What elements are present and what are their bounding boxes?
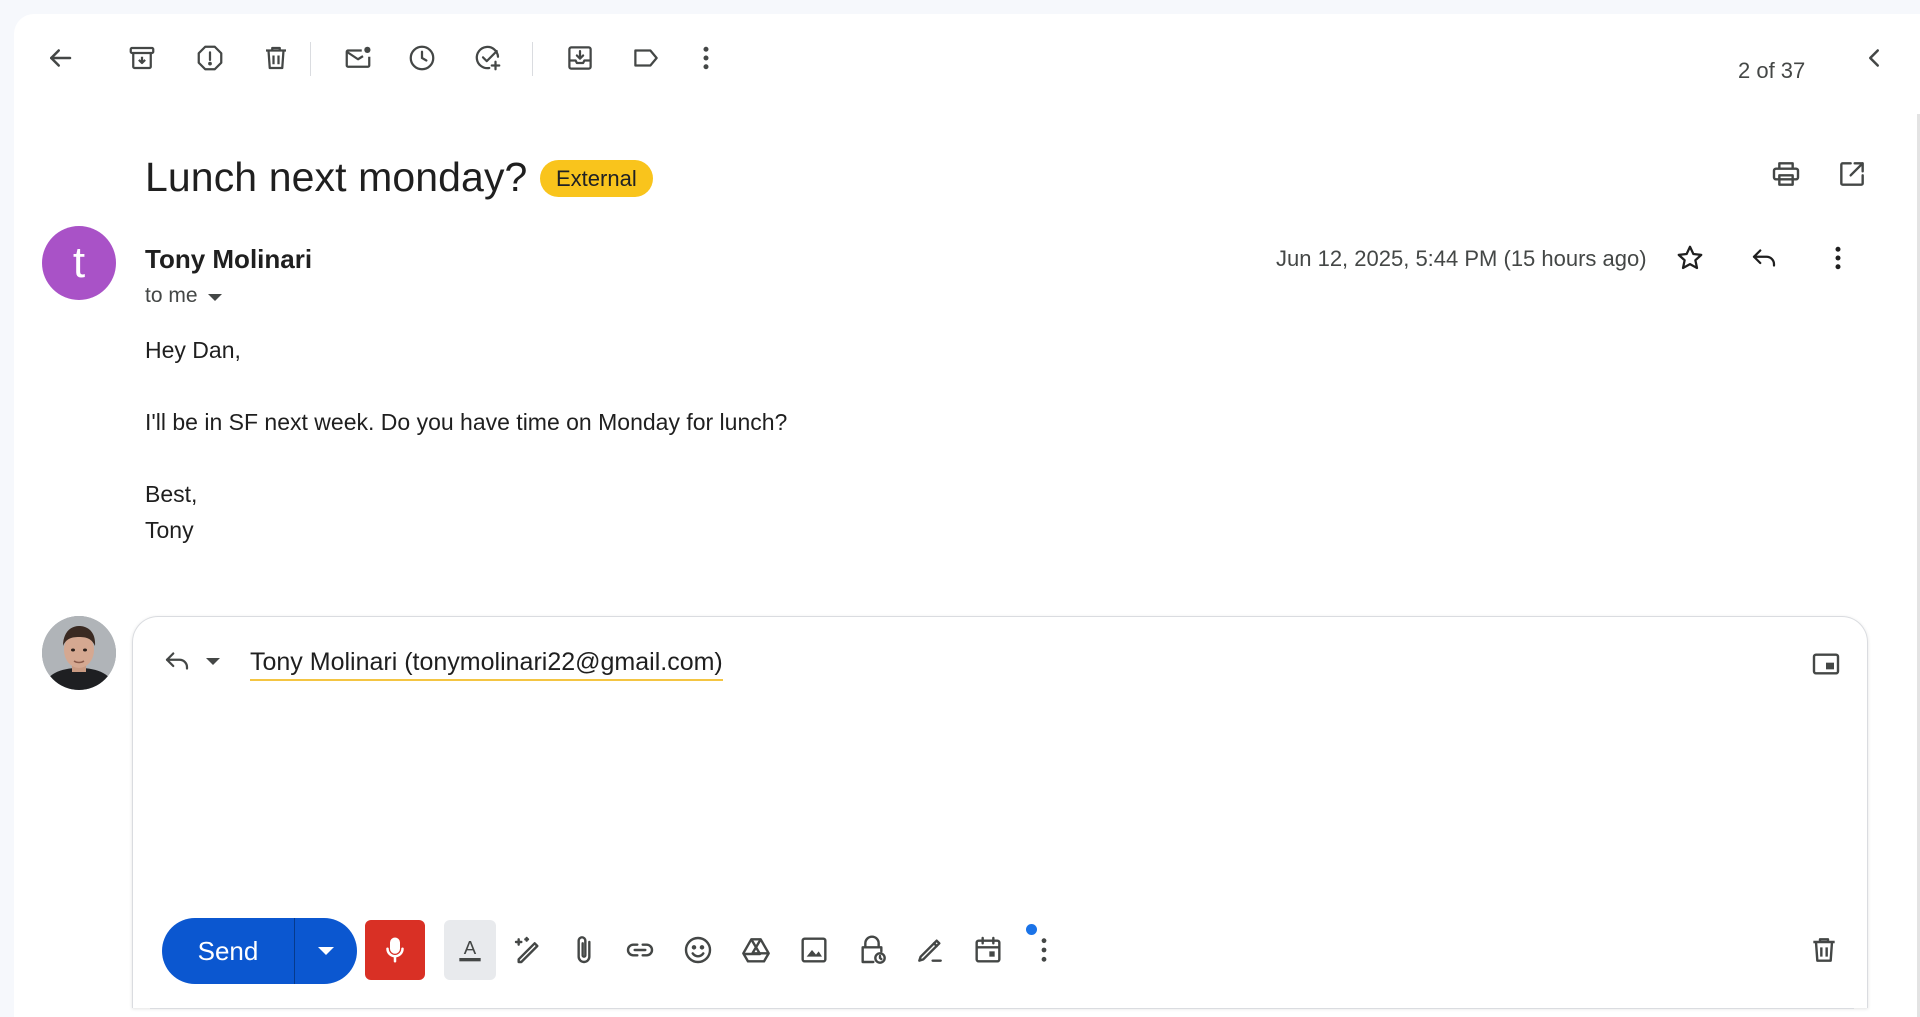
body-signature: Tony bbox=[145, 517, 194, 543]
svg-text:A: A bbox=[464, 937, 477, 958]
delete-button[interactable] bbox=[254, 36, 298, 80]
message-date: Jun 12, 2025, 5:44 PM (15 hours ago) bbox=[1276, 246, 1647, 271]
discard-icon bbox=[1813, 938, 1835, 962]
user-photo bbox=[42, 616, 116, 690]
add-to-tasks-icon bbox=[475, 45, 501, 71]
reply-button[interactable] bbox=[1742, 236, 1786, 280]
print-button[interactable] bbox=[1764, 152, 1808, 196]
signature-icon bbox=[918, 939, 942, 962]
body-greeting: Hey Dan, bbox=[145, 337, 241, 363]
recipients-label: to me bbox=[145, 284, 198, 307]
more-send-options-button[interactable] bbox=[1018, 920, 1070, 980]
mark-unread-icon bbox=[345, 46, 371, 68]
insert-signature-button[interactable] bbox=[904, 920, 956, 980]
star-button[interactable] bbox=[1668, 236, 1712, 280]
more-vert-icon bbox=[1835, 246, 1841, 270]
attach-icon bbox=[577, 936, 591, 964]
set-up-time-button[interactable] bbox=[962, 920, 1014, 980]
move-to-icon bbox=[568, 46, 592, 70]
message-panel: 2 of 37 Lunch next monday? External t To… bbox=[14, 14, 1920, 1017]
email-subject: Lunch next monday? bbox=[145, 154, 528, 200]
more-vert-icon bbox=[1041, 938, 1047, 962]
delete-icon bbox=[266, 46, 286, 70]
archive-button[interactable] bbox=[120, 36, 164, 80]
insert-link-button[interactable] bbox=[614, 920, 666, 980]
report-spam-icon bbox=[197, 45, 223, 71]
insert-photo-button[interactable] bbox=[788, 920, 840, 980]
add-to-tasks-button[interactable] bbox=[466, 36, 510, 80]
formatting-options-button[interactable]: A bbox=[444, 920, 496, 980]
more-options-button[interactable] bbox=[684, 36, 728, 80]
attach-files-button[interactable] bbox=[558, 920, 610, 980]
mic-icon bbox=[386, 937, 404, 963]
message-more-button[interactable] bbox=[1816, 236, 1860, 280]
send-options-button[interactable] bbox=[295, 947, 357, 955]
user-avatar[interactable] bbox=[42, 616, 116, 690]
schedule-event-icon bbox=[975, 936, 1001, 963]
voice-input-button[interactable] bbox=[365, 920, 425, 980]
chevron-down-icon bbox=[318, 947, 334, 955]
snooze-icon bbox=[409, 45, 435, 71]
sender-name[interactable]: Tony Molinari bbox=[145, 244, 312, 275]
discard-draft-button[interactable] bbox=[1798, 920, 1850, 980]
chevron-left-icon bbox=[1869, 49, 1879, 67]
star-icon bbox=[1677, 245, 1703, 270]
chevron-down-icon bbox=[206, 657, 220, 665]
send-button[interactable]: Send bbox=[162, 918, 357, 984]
drive-icon bbox=[742, 938, 770, 963]
insert-emoji-button[interactable] bbox=[672, 920, 724, 980]
confidential-mode-button[interactable] bbox=[846, 920, 898, 980]
newer-button[interactable] bbox=[1852, 36, 1896, 80]
mark-unread-button[interactable] bbox=[336, 36, 380, 80]
open-new-window-button[interactable] bbox=[1830, 152, 1874, 196]
emoji-icon bbox=[684, 936, 712, 964]
more-vert-icon bbox=[703, 46, 709, 70]
confidential-icon bbox=[861, 935, 886, 964]
external-badge: External bbox=[540, 160, 653, 197]
link-icon bbox=[626, 943, 654, 957]
move-to-button[interactable] bbox=[558, 36, 602, 80]
reply-icon bbox=[165, 652, 189, 670]
recipients-toggle[interactable]: to me bbox=[145, 284, 222, 308]
reply-type-menu[interactable] bbox=[162, 646, 220, 676]
sender-avatar[interactable]: t bbox=[42, 226, 116, 300]
print-icon bbox=[1772, 162, 1800, 186]
message-toolbar: 2 of 37 bbox=[14, 14, 1920, 100]
pop-out-icon bbox=[1812, 653, 1840, 675]
body-line: I'll be in SF next week. Do you have tim… bbox=[145, 409, 788, 435]
label-button[interactable] bbox=[624, 36, 668, 80]
photo-icon bbox=[801, 937, 827, 963]
message-body: Hey Dan, I'll be in SF next week. Do you… bbox=[145, 332, 787, 548]
reply-recipient[interactable]: Tony Molinari (tonymolinari22@gmail.com) bbox=[250, 648, 723, 681]
body-closing: Best, bbox=[145, 481, 198, 507]
help-me-write-button[interactable] bbox=[502, 920, 554, 980]
pagination-count: 2 of 37 bbox=[1738, 58, 1806, 83]
help-me-write-icon bbox=[514, 936, 539, 964]
text-format-icon: A bbox=[459, 937, 481, 962]
archive-icon bbox=[129, 46, 155, 70]
pop-out-reply-button[interactable] bbox=[1804, 642, 1848, 686]
report-spam-button[interactable] bbox=[188, 36, 232, 80]
back-button[interactable] bbox=[38, 36, 82, 80]
send-label: Send bbox=[197, 935, 259, 966]
chevron-down-icon bbox=[207, 293, 222, 301]
reply-icon bbox=[1752, 249, 1776, 267]
open-in-new-icon bbox=[1840, 162, 1864, 186]
back-arrow-icon bbox=[50, 49, 72, 67]
label-icon bbox=[634, 49, 658, 67]
insert-drive-button[interactable] bbox=[730, 920, 782, 980]
snooze-button[interactable] bbox=[400, 36, 444, 80]
